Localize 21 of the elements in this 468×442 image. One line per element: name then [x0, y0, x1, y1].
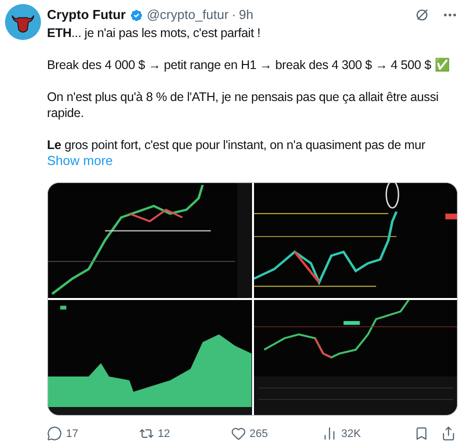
- separator-dot: ·: [232, 6, 236, 24]
- views-button[interactable]: 32K: [322, 426, 410, 442]
- reply-button[interactable]: 17: [47, 426, 135, 442]
- views-icon: [322, 426, 338, 442]
- bookmark-button[interactable]: [414, 426, 429, 442]
- slashed-circle-icon[interactable]: [415, 8, 429, 22]
- post-time[interactable]: 9h: [238, 6, 254, 24]
- like-icon: [230, 426, 246, 442]
- reply-icon: [47, 426, 62, 442]
- avatar[interactable]: [5, 4, 41, 40]
- author-handle[interactable]: @crypto_futur: [146, 6, 229, 24]
- repost-button[interactable]: 12: [138, 426, 227, 442]
- author-name[interactable]: Crypto Futur: [47, 6, 126, 24]
- like-button[interactable]: 265: [230, 426, 318, 442]
- post-paragraph: Break des 4 000 $ → petit range en H1 → break des 4 300 $ → 4 500 $ ✅: [47, 57, 452, 73]
- post-paragraph: Le gros point fort, c'est que pour l'instant, on n'a quasiment pas de mur: [47, 137, 426, 153]
- post-paragraph: ETH... je n'ai pas les mots, c'est parfait !: [47, 25, 262, 41]
- post-paragraph: On n'est plus qu'à 8 % de l'ATH, je ne pensais pas que ça allait être aussi rapide.: [47, 89, 440, 121]
- share-button[interactable]: [441, 426, 456, 442]
- bookmark-icon: [414, 426, 429, 442]
- share-icon: [441, 426, 456, 442]
